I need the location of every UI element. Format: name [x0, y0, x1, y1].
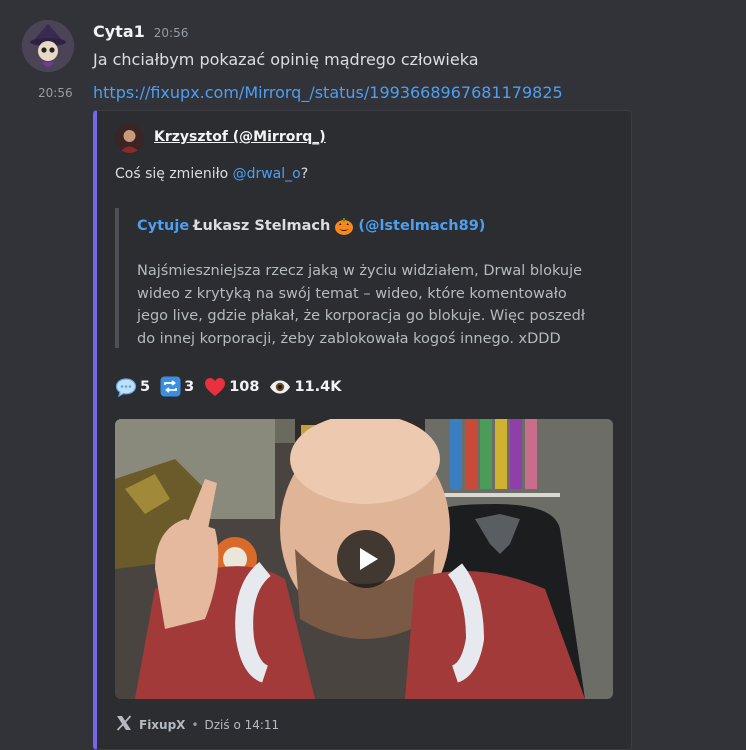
embed-description: Coś się zmieniło @drwal_o? [115, 166, 308, 182]
speech-bubble-icon [115, 377, 137, 397]
eye-icon [269, 379, 291, 395]
message-link[interactable]: https://fixupx.com/Mirrorq_/status/19936… [93, 83, 563, 102]
link-embed: Krzysztof (@Mirrorq_) Coś się zmieniło @… [93, 110, 632, 750]
quote-prefix[interactable]: Cytuje [137, 218, 189, 234]
likes-count: 108 [229, 378, 260, 395]
message-timestamp: 20:56 [153, 26, 189, 40]
embed-author-avatar [115, 124, 144, 153]
footer-provider: FixupX [139, 717, 186, 732]
likes-stat: 108 [204, 377, 259, 397]
quote-author-name: Łukasz Stelmach [193, 218, 331, 234]
embed-text-end: ? [300, 166, 309, 182]
retweets-count: 3 [184, 378, 195, 395]
embed-text-start: Coś się zmieniło [115, 166, 233, 182]
hover-timestamp: 20:56 [38, 86, 73, 100]
pumpkin-icon [334, 216, 354, 236]
user-avatar[interactable] [22, 20, 74, 72]
quote-line: jego live, gdzie płakał, że korporacja g… [137, 308, 585, 324]
embed-author[interactable]: Krzysztof (@Mirrorq_) [154, 129, 326, 145]
quoted-tweet: Cytuje Łukasz Stelmach (@lstelmach89) Na… [115, 208, 585, 348]
replies-count: 5 [140, 378, 151, 395]
replies-stat: 5 [115, 377, 150, 397]
embed-video[interactable] [115, 419, 613, 699]
message-author[interactable]: Cyta1 [93, 22, 145, 41]
retweets-stat: 3 [160, 376, 194, 397]
heart-icon [204, 377, 226, 397]
embed-footer: FixupX • Dziś o 14:11 [115, 714, 279, 735]
play-icon [360, 548, 378, 570]
quote-author-handle[interactable]: (@lstelmach89) [358, 218, 485, 234]
footer-time: Dziś o 14:11 [204, 717, 280, 732]
quote-line: Najśmieszniejsza rzecz jaką w życiu widz… [137, 263, 583, 279]
quote-header: Cytuje Łukasz Stelmach (@lstelmach89) [137, 216, 485, 236]
quote-line: do innej korporacji, żeby zablokowała ko… [137, 330, 561, 347]
tweet-stats: 5 3 108 11.4K [115, 376, 351, 397]
quote-line: wideo z krytyką na swój temat – wideo, k… [137, 285, 567, 302]
message-text: Ja chciałbym pokazać opinię mądrego czło… [93, 50, 479, 69]
x-logo-icon [115, 714, 133, 735]
embed-mention[interactable]: @drwal_o [233, 166, 301, 182]
views-count: 11.4K [294, 378, 342, 395]
retweet-icon [160, 376, 181, 397]
message-header: Cyta1 20:56 [93, 22, 188, 41]
play-button[interactable] [337, 530, 395, 588]
quote-body: Najśmieszniejsza rzecz jaką w życiu widz… [137, 260, 597, 350]
views-stat: 11.4K [269, 379, 341, 395]
footer-separator: • [191, 717, 199, 732]
